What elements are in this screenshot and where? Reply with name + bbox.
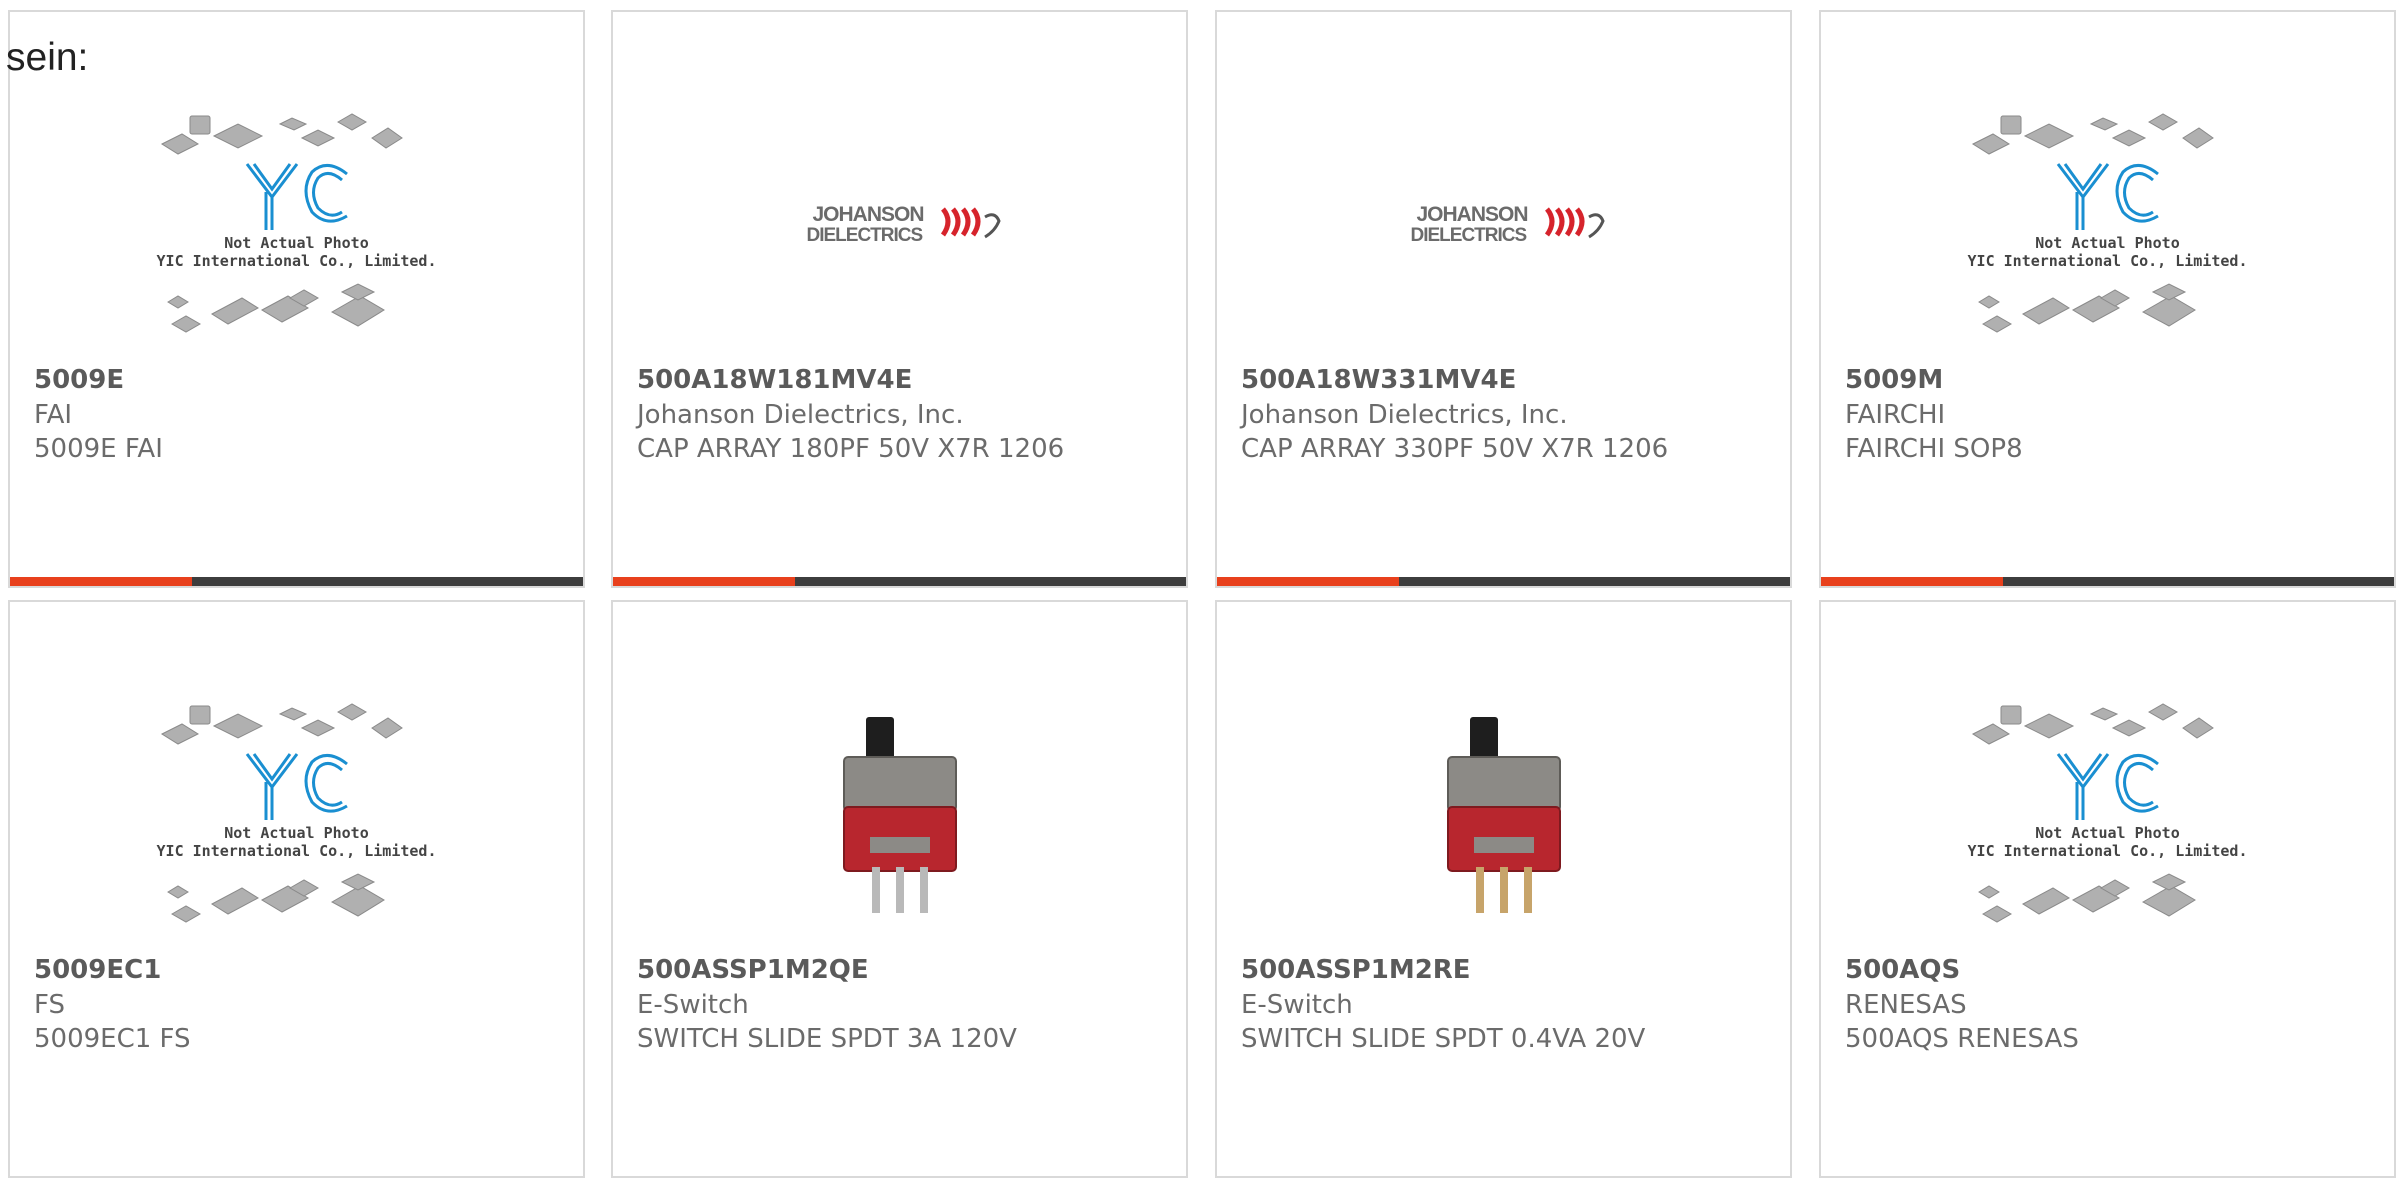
part-number[interactable]: 500AQS [1845,954,1960,988]
yic-placeholder-image: Not Actual Photo YIC International Co., … [152,102,442,352]
placeholder-caption-line2: YIC International Co., Limited. [1967,842,2248,860]
product-image[interactable]: Not Actual Photo YIC International Co., … [1821,692,2394,942]
product-card[interactable]: Not Actual Photo YIC International Co., … [1819,600,2396,1178]
card-accent-bar [613,577,1186,586]
part-number[interactable]: 500A18W331MV4E [1241,364,1516,398]
product-image[interactable]: Not Actual Photo YIC International Co., … [10,692,583,942]
placeholder-caption-line2: YIC International Co., Limited. [1967,252,2248,270]
product-card[interactable]: Not Actual Photo YIC International Co., … [8,600,585,1178]
description: CAP ARRAY 180PF 50V X7R 1206 [637,434,1065,464]
product-card[interactable]: 500ASSP1M2QE E-Switch SWITCH SLIDE SPDT … [611,600,1188,1178]
description: SWITCH SLIDE SPDT 0.4VA 20V [1241,1024,1646,1054]
yic-placeholder-image: Not Actual Photo YIC International Co., … [1963,692,2253,942]
part-number[interactable]: 500ASSP1M2RE [1241,954,1471,988]
manufacturer: E-Switch [637,990,749,1020]
manufacturer: FAI [34,400,73,430]
placeholder-caption-line1: Not Actual Photo [2035,234,2180,252]
manufacturer: FS [34,990,66,1020]
product-image[interactable]: JOHANSON DIELECTRICS [613,102,1186,352]
part-number[interactable]: 5009EC1 [34,954,161,988]
slide-switch-photo [842,717,957,913]
page-label: sein: [6,36,89,79]
manufacturer: FAIRCHI [1845,400,1946,430]
placeholder-caption-line2: YIC International Co., Limited. [156,842,437,860]
description: 500AQS RENESAS [1845,1024,2079,1054]
description: 5009EC1 FS [34,1024,191,1054]
manufacturer: RENESAS [1845,990,1967,1020]
product-card[interactable]: Not Actual Photo YIC International Co., … [8,10,585,588]
placeholder-caption-line2: YIC International Co., Limited. [156,252,437,270]
product-image[interactable]: Not Actual Photo YIC International Co., … [1821,102,2394,352]
card-accent-bar [10,577,583,586]
description: 5009E FAI [34,434,163,464]
yic-placeholder-image: Not Actual Photo YIC International Co., … [1963,102,2253,352]
johanson-logo: JOHANSON DIELECTRICS [1399,197,1609,257]
manufacturer: Johanson Dielectrics, Inc. [1241,400,1568,430]
description: FAIRCHI SOP8 [1845,434,2023,464]
slide-switch-photo [1446,717,1561,913]
part-number[interactable]: 500A18W181MV4E [637,364,912,398]
placeholder-caption-line1: Not Actual Photo [224,824,369,842]
description: CAP ARRAY 330PF 50V X7R 1206 [1241,434,1669,464]
card-accent-bar [1217,577,1790,586]
part-number[interactable]: 500ASSP1M2QE [637,954,869,988]
product-card[interactable]: JOHANSON DIELECTRICS 500A18W331MV4E Joha… [1215,10,1792,588]
product-image[interactable] [1217,692,1790,942]
part-number[interactable]: 5009E [34,364,124,398]
product-card[interactable]: JOHANSON DIELECTRICS 500A18W181MV4E Joha… [611,10,1188,588]
product-card[interactable]: 500ASSP1M2RE E-Switch SWITCH SLIDE SPDT … [1215,600,1792,1178]
product-image[interactable]: Not Actual Photo YIC International Co., … [10,102,583,352]
card-accent-bar [1821,577,2394,586]
manufacturer: Johanson Dielectrics, Inc. [637,400,964,430]
placeholder-caption-line1: Not Actual Photo [224,234,369,252]
manufacturer: E-Switch [1241,990,1353,1020]
product-image[interactable] [613,692,1186,942]
product-image[interactable]: JOHANSON DIELECTRICS [1217,102,1790,352]
part-number[interactable]: 5009M [1845,364,1943,398]
product-card[interactable]: Not Actual Photo YIC International Co., … [1819,10,2396,588]
placeholder-caption-line1: Not Actual Photo [2035,824,2180,842]
johanson-logo: JOHANSON DIELECTRICS [795,197,1005,257]
description: SWITCH SLIDE SPDT 3A 120V [637,1024,1017,1054]
yic-placeholder-image: Not Actual Photo YIC International Co., … [152,692,442,942]
